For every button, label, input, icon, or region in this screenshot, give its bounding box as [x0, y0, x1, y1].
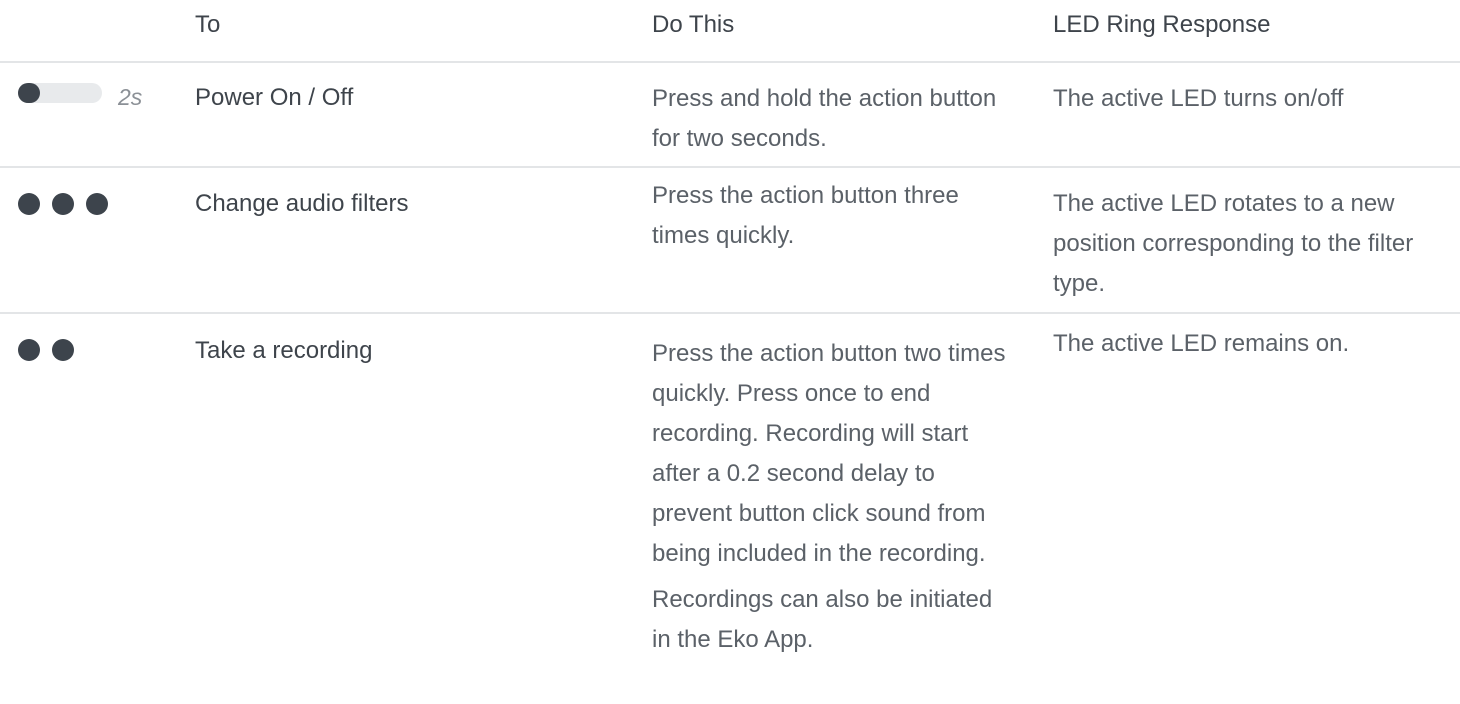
- header-led-response: LED Ring Response: [1053, 11, 1271, 38]
- row-instructions: Press the action button two times quickl…: [652, 334, 1012, 660]
- button-actions-table: To Do This LED Ring Response 2s Power On…: [0, 0, 1460, 704]
- hold-knob-icon: [18, 83, 40, 103]
- press-dot-icon: [18, 193, 40, 215]
- instruction-text: Press and hold the action button for two…: [652, 85, 997, 152]
- press-dot-icon: [86, 193, 108, 215]
- press-dot-icon: [52, 193, 74, 215]
- row-action-recording: Take a recording: [195, 337, 373, 364]
- instruction-note: Recordings can also be initiated in the …: [652, 586, 993, 653]
- row-led-response: The active LED turns on/off: [1053, 85, 1344, 112]
- row-action-filters: Change audio filters: [195, 190, 409, 217]
- hold-duration-label: 2s: [118, 84, 143, 110]
- table-row: Take a recording Press the action button…: [0, 314, 1460, 704]
- instruction-text: Press the action button two times quickl…: [652, 340, 1006, 567]
- table-row: Change audio filters Press the action bu…: [0, 168, 1460, 314]
- table-header: To Do This LED Ring Response: [0, 0, 1460, 63]
- header-do-this: Do This: [652, 11, 735, 38]
- instruction-text: Press the action button three times quic…: [652, 182, 959, 249]
- press-and-hold-icon: [18, 83, 102, 103]
- table-row: 2s Power On / Off Press and hold the act…: [0, 63, 1460, 168]
- row-action-power: Power On / Off: [195, 84, 354, 111]
- row-instructions: Press the action button three times quic…: [652, 176, 1012, 256]
- row-instructions: Press and hold the action button for two…: [652, 79, 1012, 159]
- press-dot-icon: [18, 339, 40, 361]
- press-dot-icon: [52, 339, 74, 361]
- row-led-response: The active LED remains on.: [1053, 330, 1350, 357]
- row-led-response: The active LED rotates to a new position…: [1053, 190, 1414, 297]
- header-to: To: [195, 11, 221, 38]
